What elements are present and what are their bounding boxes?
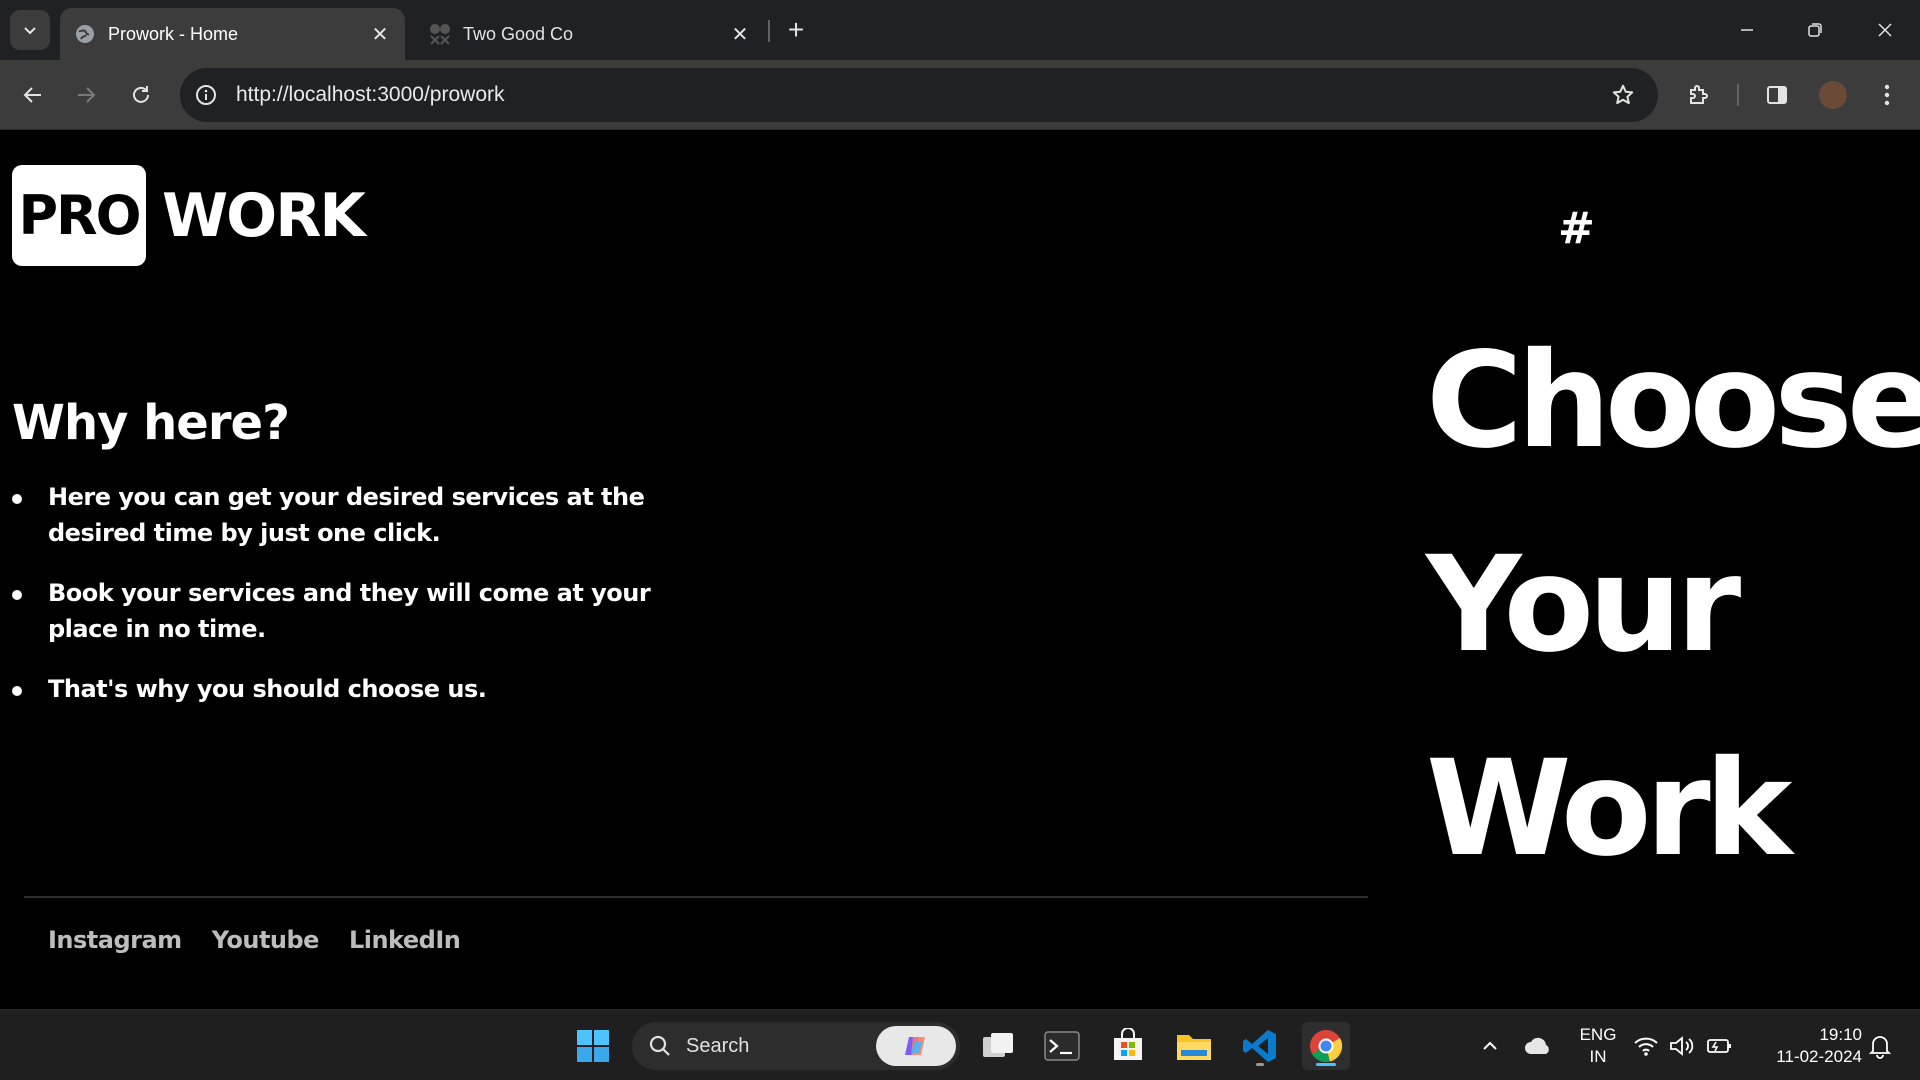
list-item: That's why you should choose us. [12, 671, 672, 707]
battery-icon[interactable] [1700, 1022, 1736, 1070]
address-bar[interactable]: http://localhost:3000/prowork [180, 68, 1658, 122]
list-item: Here you can get your desired services a… [12, 479, 672, 551]
vscode-icon[interactable] [1236, 1022, 1284, 1070]
extensions-puzzle-icon[interactable] [1680, 76, 1718, 114]
wifi-icon[interactable] [1628, 1022, 1664, 1070]
logo-text: WORK [162, 180, 366, 251]
hero-line-choose: Choose [1426, 324, 1920, 478]
hero-line-your: Your [1426, 528, 1741, 682]
instagram-link[interactable]: Instagram [48, 926, 182, 954]
language-code: ENG [1579, 1024, 1617, 1044]
close-window-icon[interactable] [1860, 10, 1910, 50]
chrome-icon[interactable] [1302, 1022, 1350, 1070]
clock[interactable]: 19:10 11-02-2024 [1752, 1010, 1862, 1080]
new-tab-button[interactable]: + [780, 14, 812, 46]
close-tab-icon[interactable]: ✕ [365, 19, 395, 49]
toolbar-divider [1737, 84, 1739, 106]
bookmark-star-icon[interactable] [1608, 80, 1638, 110]
terminal-icon[interactable] [1038, 1022, 1086, 1070]
close-tab-icon[interactable]: ✕ [725, 19, 755, 49]
clock-time: 19:10 [1819, 1024, 1862, 1044]
volume-icon[interactable] [1664, 1022, 1700, 1070]
region-code: IN [1589, 1046, 1607, 1066]
logo-badge: PRO [12, 165, 146, 266]
clock-date: 11-02-2024 [1776, 1046, 1862, 1066]
youtube-link[interactable]: Youtube [212, 926, 320, 954]
url-text[interactable]: http://localhost:3000/prowork [236, 83, 505, 107]
reload-icon[interactable] [122, 76, 160, 114]
site-info-icon[interactable] [190, 79, 222, 111]
search-icon [648, 1034, 672, 1058]
language-indicator[interactable]: ENG IN [1572, 1010, 1624, 1080]
side-panel-icon[interactable] [1758, 76, 1796, 114]
minimize-icon[interactable] [1722, 10, 1772, 50]
avatar [1819, 81, 1847, 109]
active-indicator [1316, 1063, 1336, 1066]
linkedin-link[interactable]: LinkedIn [349, 926, 461, 954]
tab-title: Prowork - Home [108, 23, 239, 44]
two-good-co-favicon-icon [429, 23, 451, 45]
why-here-list: Here you can get your desired services a… [12, 479, 672, 731]
taskbar: Search ENG IN 19:10 11-02-2024 [0, 1009, 1920, 1080]
tab-two-good-co[interactable]: Two Good Co ✕ [415, 8, 765, 60]
microsoft-store-icon[interactable] [1104, 1022, 1152, 1070]
tab-search-button[interactable] [10, 10, 50, 50]
tab-divider [768, 20, 770, 42]
page-content: PRO WORK Why here? Here you can get your… [0, 131, 1920, 1009]
tab-prowork[interactable]: Prowork - Home ✕ [60, 8, 405, 60]
tab-strip: Prowork - Home ✕ Two Good Co ✕ + [0, 0, 1920, 60]
more-options-icon[interactable] [1868, 76, 1906, 114]
search-placeholder: Search [686, 1034, 750, 1057]
hero-line-work: Work [1426, 732, 1792, 886]
task-view-icon[interactable] [974, 1022, 1022, 1070]
chevron-down-icon [24, 27, 36, 35]
forward-arrow-icon[interactable] [67, 76, 105, 114]
back-arrow-icon[interactable] [14, 76, 52, 114]
site-logo[interactable]: PRO WORK [12, 165, 366, 266]
social-links: Instagram Youtube LinkedIn [48, 926, 461, 954]
list-item: Book your services and they will come at… [12, 575, 672, 647]
profile-avatar[interactable] [1814, 76, 1852, 114]
why-here-heading: Why here? [12, 395, 290, 451]
browser-toolbar: http://localhost:3000/prowork [0, 60, 1920, 130]
restore-icon[interactable] [1790, 10, 1840, 50]
copilot-icon[interactable] [876, 1026, 956, 1066]
globe-icon [74, 23, 96, 45]
onedrive-cloud-icon[interactable] [1514, 1022, 1562, 1070]
running-indicator [1256, 1063, 1264, 1066]
chevron-up-icon[interactable] [1466, 1022, 1514, 1070]
hash-symbol: # [1558, 203, 1595, 254]
tab-title: Two Good Co [463, 23, 574, 44]
taskbar-search[interactable]: Search [632, 1022, 960, 1070]
footer-divider [24, 896, 1368, 898]
file-explorer-icon[interactable] [1170, 1022, 1218, 1070]
windows-start-icon[interactable] [569, 1022, 617, 1070]
notification-bell-icon[interactable] [1862, 1022, 1898, 1070]
